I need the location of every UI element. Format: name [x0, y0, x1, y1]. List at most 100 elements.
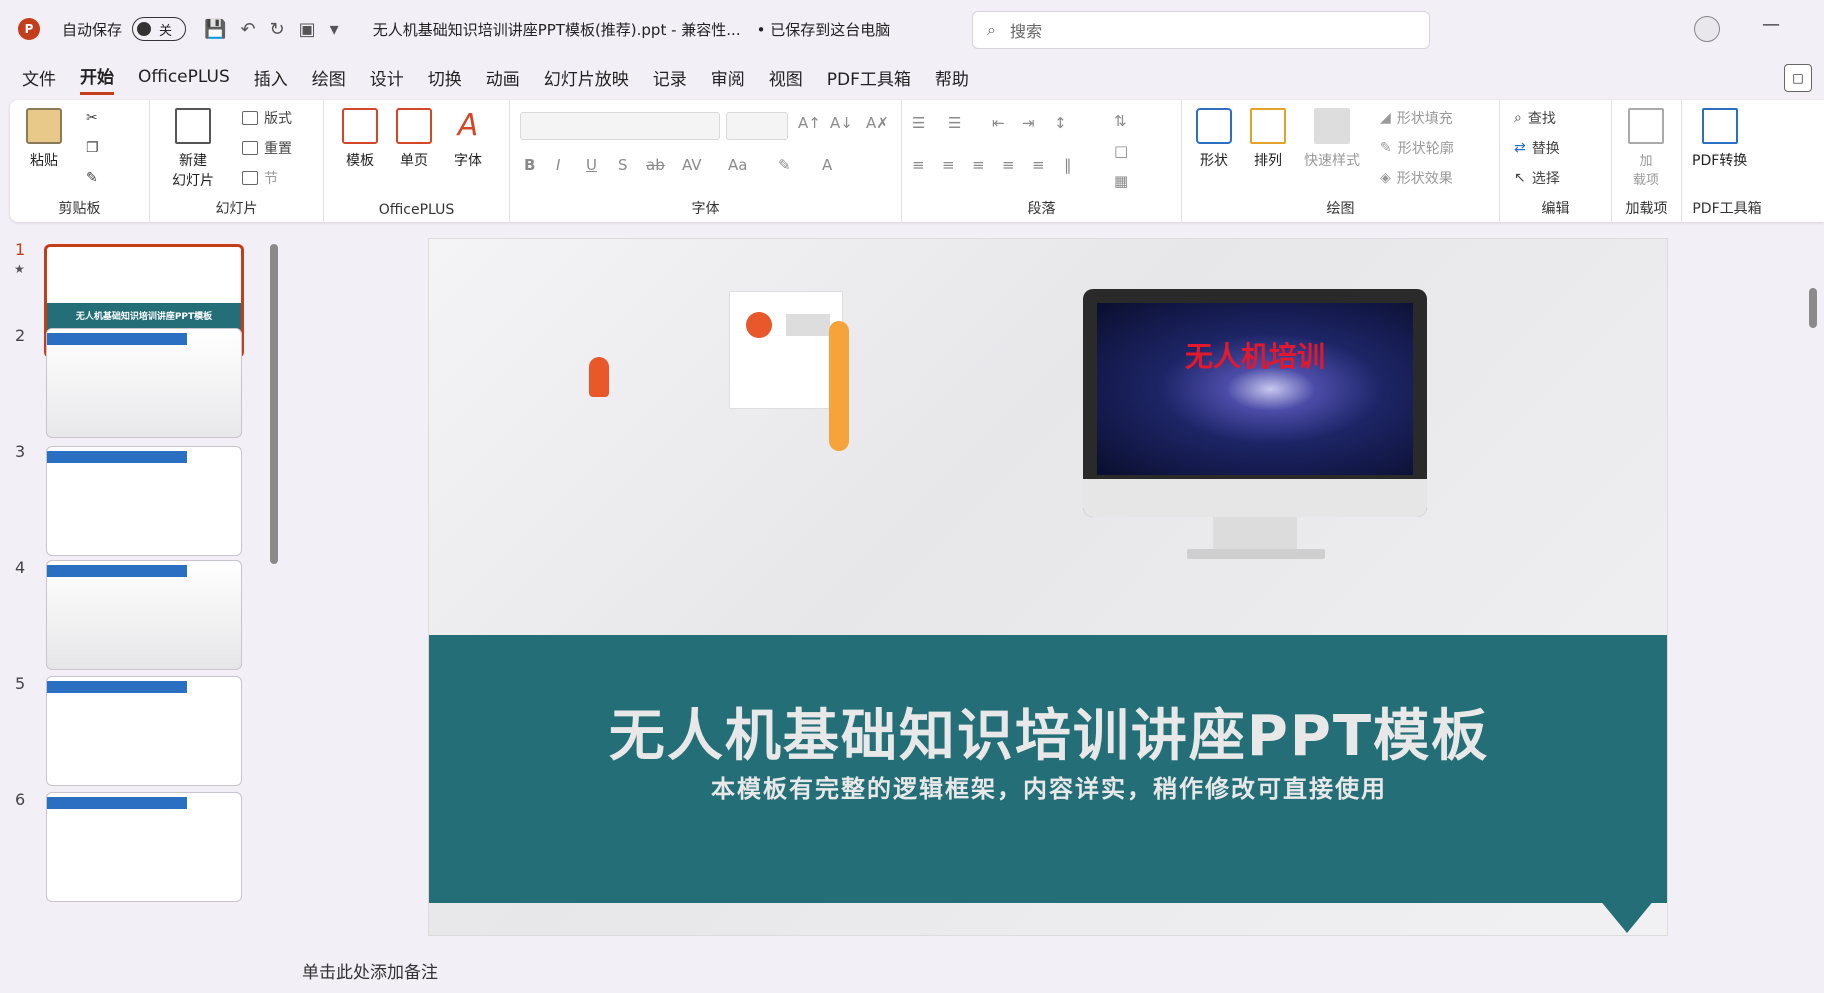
editing-label: 编辑: [1541, 201, 1570, 217]
comments-icon[interactable]: □: [1784, 64, 1812, 92]
arrange-button[interactable]: 排列: [1250, 108, 1286, 170]
shape-outline-button[interactable]: ✎ 形状轮廓: [1380, 138, 1454, 158]
shapes-button[interactable]: 形状: [1196, 108, 1232, 170]
tab-review[interactable]: 审阅: [711, 65, 745, 94]
align-text-icon[interactable]: □: [1114, 142, 1128, 160]
tab-slideshow[interactable]: 幻灯片放映: [544, 65, 629, 94]
present-icon[interactable]: ▣: [299, 19, 316, 40]
align-right-icon[interactable]: ≡: [972, 156, 985, 174]
document-title[interactable]: 无人机基础知识培训讲座PPT模板(推荐).ppt - 兼容性...: [373, 19, 741, 40]
account-avatar[interactable]: [1694, 16, 1720, 42]
highlight-icon[interactable]: ✎: [778, 156, 791, 174]
tab-draw[interactable]: 绘图: [312, 65, 346, 94]
customize-qa-icon[interactable]: ▾: [330, 19, 339, 40]
increase-indent-icon[interactable]: ⇥: [1022, 114, 1035, 132]
bullets-icon[interactable]: ☰: [912, 114, 925, 132]
thumbnail-scrollbar[interactable]: [268, 232, 280, 993]
find-label: 查找: [1527, 111, 1556, 127]
pdf-convert-label: PDF转换: [1692, 153, 1748, 169]
autosave-label: 自动保存: [62, 20, 123, 39]
tab-design[interactable]: 设计: [370, 65, 404, 94]
notes-placeholder[interactable]: 单击此处添加备注: [302, 958, 438, 983]
slide-title[interactable]: 无人机基础知识培训讲座PPT模板: [429, 691, 1667, 772]
tab-animations[interactable]: 动画: [486, 65, 520, 94]
char-spacing-button[interactable]: AV: [682, 156, 702, 174]
shape-effects-button[interactable]: ◈ 形状效果: [1380, 168, 1453, 188]
scrollbar-thumb[interactable]: [1809, 288, 1817, 328]
template-button[interactable]: 模板: [342, 108, 378, 170]
save-status[interactable]: • 已保存到这台电脑: [757, 19, 891, 40]
autosave-toggle[interactable]: 关: [132, 17, 187, 41]
pdf-icon: [1701, 108, 1738, 144]
text-direction-icon[interactable]: ⇅: [1114, 112, 1127, 130]
change-case-button[interactable]: Aa: [728, 156, 747, 174]
new-slide-button[interactable]: 新建 幻灯片: [172, 108, 214, 190]
underline-button[interactable]: U: [586, 156, 597, 174]
strikethrough-button[interactable]: ab: [646, 156, 665, 174]
slide-canvas[interactable]: 无人机培训 无人机基础知识培训讲座PPT模板 本模板有完整的逻辑框架，内容详实，…: [428, 238, 1668, 936]
grow-font-icon[interactable]: A↑: [798, 114, 821, 132]
tab-file[interactable]: 文件: [22, 65, 56, 94]
font-color-icon[interactable]: A: [822, 156, 832, 174]
replace-button[interactable]: ⇄ 替换: [1514, 138, 1560, 158]
align-left-icon[interactable]: ≡: [912, 156, 925, 174]
tab-pdf-tools[interactable]: PDF工具箱: [827, 65, 911, 94]
band-notch: [1599, 899, 1655, 933]
thumbnail-5[interactable]: [46, 676, 242, 786]
italic-button[interactable]: I: [556, 156, 560, 174]
slide-scrollbar[interactable]: [1806, 232, 1820, 932]
clear-format-icon[interactable]: A✗: [866, 114, 889, 132]
justify-icon[interactable]: ≡: [1002, 156, 1015, 174]
tab-help[interactable]: 帮助: [935, 65, 969, 94]
find-icon: ⌕: [1514, 110, 1522, 126]
cut-icon[interactable]: ✂: [86, 110, 98, 126]
bold-button[interactable]: B: [524, 156, 535, 174]
thumbnail-4[interactable]: [46, 560, 242, 670]
columns-icon[interactable]: ‖: [1064, 156, 1072, 174]
tab-record[interactable]: 记录: [653, 65, 687, 94]
quick-styles-button[interactable]: 快速样式: [1304, 108, 1360, 170]
align-center-icon[interactable]: ≡: [942, 156, 955, 174]
officeplus-group: 模板 单页 A 字体 OfficePLUS: [324, 100, 510, 222]
font-size-select[interactable]: [726, 112, 788, 140]
font-plus-button[interactable]: A 字体: [450, 108, 486, 170]
pie-chart-icon: [746, 312, 772, 338]
shrink-font-icon[interactable]: A↓: [830, 114, 853, 132]
pdf-convert-button[interactable]: PDF转换: [1692, 108, 1747, 170]
line-spacing-icon[interactable]: ↕: [1054, 114, 1067, 132]
single-page-button[interactable]: 单页: [396, 108, 432, 170]
distributed-icon[interactable]: ≡: [1032, 156, 1045, 174]
font-family-select[interactable]: [520, 112, 720, 140]
tab-view[interactable]: 视图: [769, 65, 803, 94]
tab-home[interactable]: 开始: [80, 63, 114, 95]
tab-officeplus[interactable]: OfficePLUS: [138, 67, 230, 91]
search-box[interactable]: ⌕ 搜索: [972, 11, 1430, 49]
minimize-button[interactable]: —: [1762, 14, 1780, 35]
reset-button[interactable]: 重置: [242, 138, 292, 158]
decrease-indent-icon[interactable]: ⇤: [992, 114, 1005, 132]
slide-subtitle[interactable]: 本模板有完整的逻辑框架，内容详实，稍作修改可直接使用: [429, 769, 1667, 804]
scrollbar-thumb[interactable]: [270, 244, 278, 564]
section-button[interactable]: 节: [242, 168, 278, 188]
thumbnail-2[interactable]: [46, 328, 242, 438]
paste-button[interactable]: 粘贴: [26, 108, 62, 170]
smartart-icon[interactable]: ▦: [1114, 172, 1128, 190]
save-icon[interactable]: 💾: [204, 19, 226, 40]
tab-transitions[interactable]: 切换: [428, 65, 462, 94]
copy-icon[interactable]: ❐: [86, 140, 99, 156]
format-painter-icon[interactable]: ✎: [86, 170, 98, 186]
quick-styles-label: 快速样式: [1304, 153, 1360, 169]
addins-button[interactable]: 加 载项: [1628, 108, 1664, 188]
thumbnail-6[interactable]: [46, 792, 242, 902]
numbering-icon[interactable]: ☰: [948, 114, 961, 132]
layout-button[interactable]: 版式: [242, 108, 292, 128]
shadow-button[interactable]: S: [618, 156, 628, 174]
shape-fill-button[interactable]: ◢ 形状填充: [1380, 108, 1453, 128]
thumbnail-3[interactable]: [46, 446, 242, 556]
undo-icon[interactable]: ↶: [240, 19, 255, 40]
find-button[interactable]: ⌕ 查找: [1514, 108, 1556, 128]
thumb-header-bar: [47, 333, 187, 345]
tab-insert[interactable]: 插入: [254, 65, 288, 94]
redo-icon[interactable]: ↻: [270, 19, 285, 40]
select-button[interactable]: ↖ 选择: [1514, 168, 1560, 188]
